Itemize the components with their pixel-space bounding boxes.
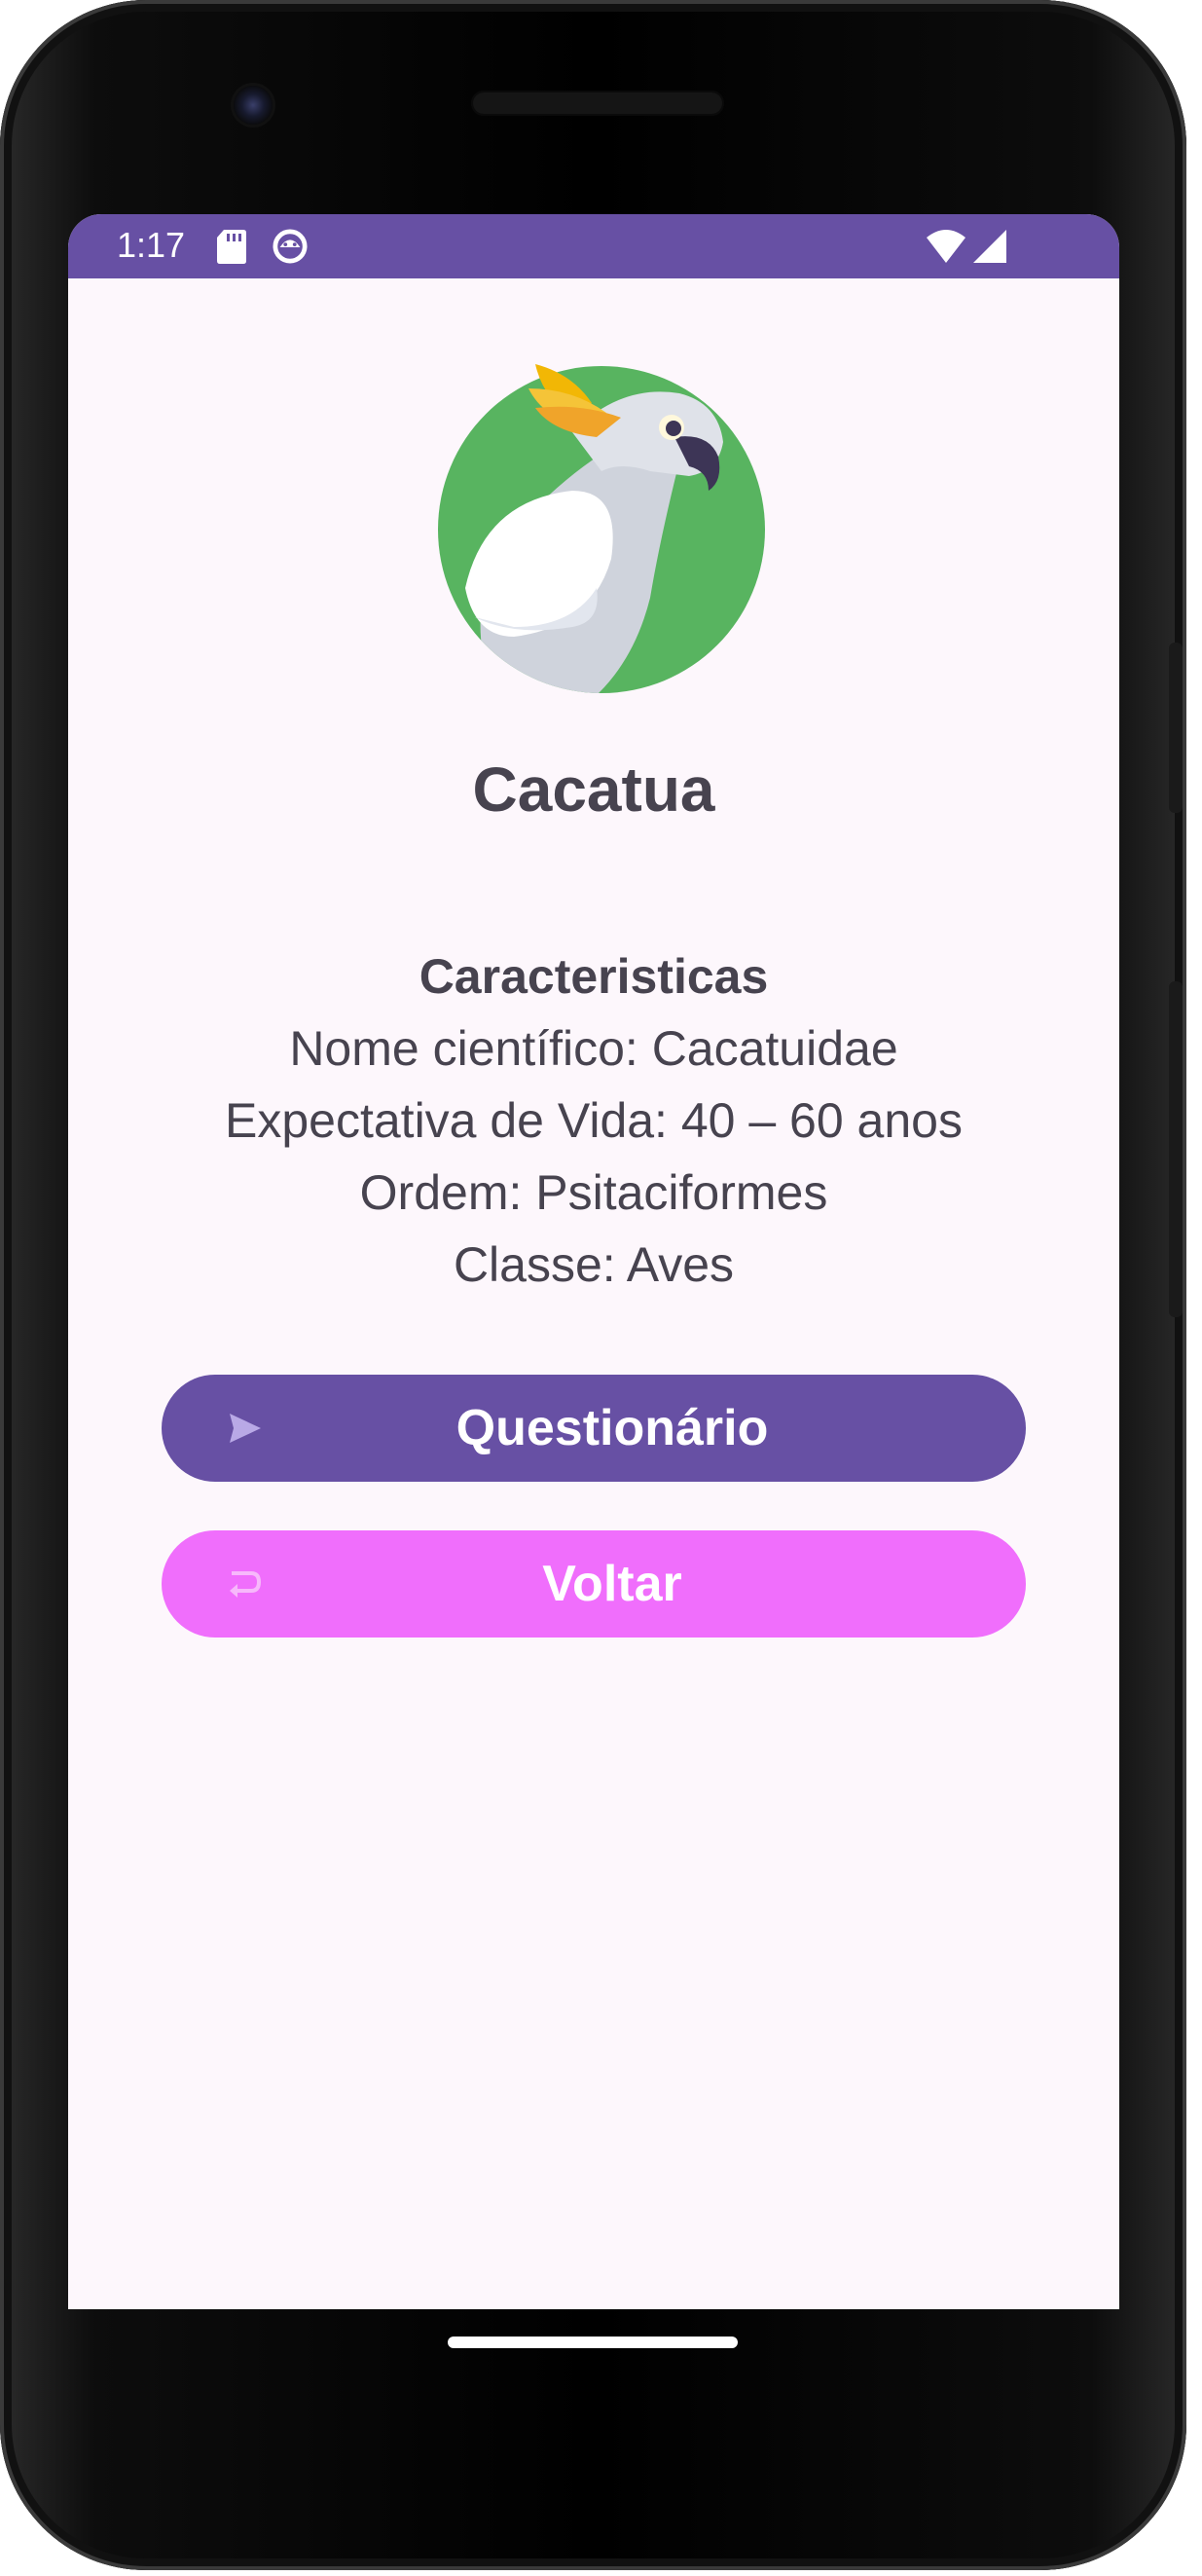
quiz-button[interactable]: Questionário	[162, 1375, 1026, 1482]
app-screen: 1:17 Cacatua Caracteristicas Nome cientí…	[68, 214, 1119, 2309]
wifi-icon	[927, 230, 965, 263]
cockatoo-icon	[438, 364, 765, 693]
back-button[interactable]: Voltar	[162, 1530, 1026, 1638]
power-button[interactable]	[1169, 643, 1183, 813]
quiz-button-label: Questionário	[455, 1400, 769, 1456]
phone-frame: 1:17 Cacatua Caracteristicas Nome cientí…	[0, 0, 1186, 2570]
back-button-label: Voltar	[542, 1556, 682, 1612]
home-indicator[interactable]	[448, 2337, 738, 2348]
life-expectancy-text: Expectativa de Vida: 40 – 60 anos	[225, 1093, 963, 1148]
class-text: Classe: Aves	[453, 1237, 735, 1292]
order-text: Ordem: Psitaciformes	[359, 1165, 828, 1220]
animal-name-title: Cacatua	[472, 754, 715, 825]
animal-detail-content: Cacatua Caracteristicas Nome científico:…	[68, 278, 1119, 2309]
characteristics-heading: Caracteristicas	[419, 949, 769, 1004]
scientific-name-text: Nome científico: Cacatuidae	[289, 1021, 898, 1076]
characteristics-block: Caracteristicas Nome científico: Cacatui…	[68, 940, 1119, 1301]
signal-icon	[973, 230, 1006, 263]
status-time: 1:17	[117, 225, 186, 265]
android-debug-icon	[273, 229, 308, 264]
status-bar: 1:17	[68, 214, 1119, 278]
sd-card-icon	[217, 230, 246, 264]
volume-button[interactable]	[1169, 981, 1183, 1317]
front-camera	[234, 86, 273, 125]
earpiece-speaker	[471, 91, 724, 116]
